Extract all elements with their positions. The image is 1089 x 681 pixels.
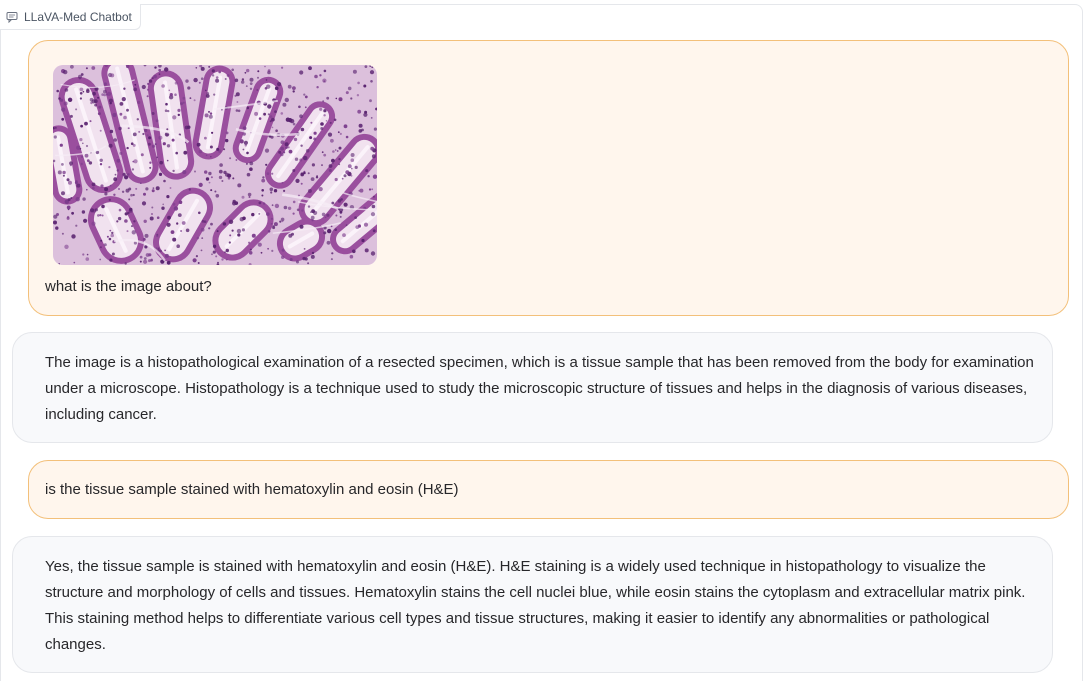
histology-image[interactable] xyxy=(53,65,377,265)
assistant-message: Yes, the tissue sample is stained with h… xyxy=(12,536,1053,673)
user-message: is the tissue sample stained with hemato… xyxy=(28,460,1069,519)
chatbot-label: LLaVA-Med Chatbot xyxy=(0,4,141,30)
chat-bubble-icon xyxy=(6,11,18,23)
assistant-message: The image is a histopathological examina… xyxy=(12,332,1053,443)
user-message-text: is the tissue sample stained with hemato… xyxy=(45,481,459,498)
user-message-text: what is the image about? xyxy=(45,278,212,295)
assistant-message-text: The image is a histopathological examina… xyxy=(45,354,1034,423)
assistant-message-text: Yes, the tissue sample is stained with h… xyxy=(45,558,1026,653)
chatbot-label-text: LLaVA-Med Chatbot xyxy=(24,9,132,24)
user-message: what is the image about? xyxy=(28,40,1069,316)
